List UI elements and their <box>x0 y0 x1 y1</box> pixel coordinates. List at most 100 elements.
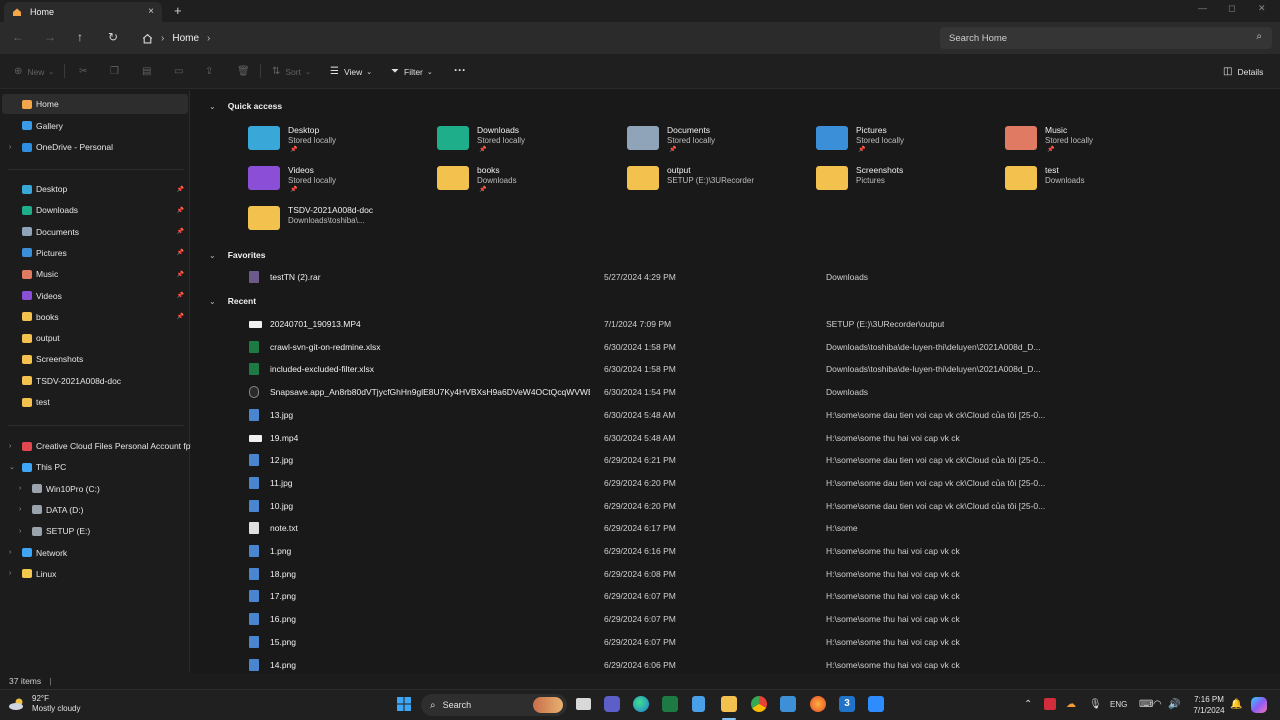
back-button[interactable]: ← <box>12 30 24 44</box>
file-row[interactable]: 16.png 6/29/2024 6:07 PM H:\some\some thu … <box>247 608 1267 630</box>
file-row[interactable]: 18.png 6/29/2024 6:08 PM H:\some\some thu … <box>247 563 1267 585</box>
share-button[interactable]: ⇪ <box>205 66 218 77</box>
file-row[interactable]: 20240701_190913.MP4 7/1/2024 7:09 PM SETUP… <box>247 313 1267 335</box>
cut-button[interactable]: ✂ <box>79 66 92 77</box>
chevron-right-icon[interactable]: › <box>19 485 21 492</box>
sidebar-item-screenshots[interactable]: Screenshots <box>2 349 188 369</box>
new-button[interactable]: ⊕ New ⌄ <box>14 66 54 77</box>
sidebar-item-music[interactable]: Music 📌 <box>2 264 188 284</box>
copy-button[interactable]: ❐ <box>110 66 124 77</box>
teams-chat-icon[interactable] <box>604 696 620 712</box>
quick-access-item[interactable]: TSDV-2021A008d-doc Downloads\toshiba\... <box>248 201 428 237</box>
file-row[interactable]: Snapsave.app_An8rb80dVTjycfGhHn9glE8U7Ky… <box>247 381 1267 403</box>
app-3-icon[interactable]: 3 <box>839 696 855 712</box>
chevron-right-icon[interactable]: › <box>207 33 210 44</box>
notification-bell-icon[interactable]: 🔔 <box>1230 699 1242 710</box>
file-row[interactable]: 17.png 6/29/2024 6:07 PM H:\some\some thu … <box>247 585 1267 607</box>
sidebar-item-network[interactable]: › Network <box>2 543 188 563</box>
system-clock[interactable]: 7:16 PM 7/1/2024 <box>1186 694 1232 716</box>
chevron-right-icon[interactable]: › <box>9 144 11 151</box>
quick-access-item[interactable]: Desktop Stored locally 📌 <box>248 121 428 157</box>
filter-button[interactable]: ⏷ Filter ⌄ <box>391 66 433 77</box>
copilot-icon[interactable] <box>1251 697 1267 713</box>
sidebar-item-creative-cloud-files-personal-account-fptf8[interactable]: › Creative Cloud Files Personal Account f… <box>2 436 200 456</box>
more-options-button[interactable]: ··· <box>454 63 466 77</box>
tab-close-button[interactable]: × <box>148 6 154 17</box>
file-row[interactable]: 13.jpg 6/30/2024 5:48 AM H:\some\some dau … <box>247 404 1267 426</box>
tab-home[interactable]: Home × <box>4 2 162 22</box>
sidebar-item-this-pc[interactable]: ⌄ This PC <box>2 457 188 477</box>
view-button[interactable]: ☰ View ⌄ <box>330 66 372 77</box>
sort-button[interactable]: ⇅ Sort ⌄ <box>272 66 311 77</box>
sidebar-item-gallery[interactable]: Gallery <box>2 116 188 136</box>
chevron-up-icon[interactable]: ⌃ <box>1024 699 1032 710</box>
sidebar-item-pictures[interactable]: Pictures 📌 <box>2 243 188 263</box>
file-row[interactable]: note.txt 6/29/2024 6:17 PM H:\some <box>247 517 1267 539</box>
file-row[interactable]: 15.png 6/29/2024 6:07 PM H:\some\some thu … <box>247 631 1267 653</box>
quick-access-item[interactable]: Music Stored locally 📌 <box>1005 121 1185 157</box>
quick-access-item[interactable]: Videos Stored locally 📌 <box>248 161 428 197</box>
up-button[interactable]: ↑ <box>77 30 83 44</box>
file-row[interactable]: 11.jpg 6/29/2024 6:20 PM H:\some\some dau … <box>247 472 1267 494</box>
new-tab-button[interactable]: + <box>174 3 182 18</box>
refresh-button[interactable]: ↻ <box>108 30 118 44</box>
file-row[interactable]: crawl-svn-git-on-redmine.xlsx 6/30/2024 1… <box>247 336 1267 358</box>
search-input[interactable]: Search Home ⌕ <box>940 27 1272 49</box>
close-window-button[interactable]: ✕ <box>1258 3 1266 14</box>
wifi-icon[interactable]: ◠ <box>1153 699 1162 710</box>
sidebar-item-home[interactable]: Home <box>2 94 188 114</box>
quick-access-header[interactable]: ⌄ Quick access <box>209 101 282 111</box>
quick-access-item[interactable]: Screenshots Pictures <box>816 161 996 197</box>
excel-icon[interactable] <box>662 696 678 712</box>
maximize-button[interactable]: ◻ <box>1228 3 1235 14</box>
file-explorer-icon[interactable] <box>721 696 737 712</box>
file-row[interactable]: testTN (2).rar 5/27/2024 4:29 PM Downloads <box>247 266 1267 288</box>
sidebar-item-win10pro-c[interactable]: › Win10Pro (C:) <box>2 479 188 499</box>
address-bar[interactable]: › Home › <box>132 27 932 49</box>
edge-icon[interactable] <box>633 696 649 712</box>
quick-access-item[interactable]: test Downloads <box>1005 161 1185 197</box>
task-view-icon[interactable] <box>576 698 591 710</box>
language-indicator[interactable]: ENG <box>1110 700 1127 709</box>
sidebar-item-tsdv-2021a008d-doc[interactable]: TSDV-2021A008d-doc <box>2 371 188 391</box>
breadcrumb-home[interactable]: Home <box>172 33 199 44</box>
network-tray-icon[interactable]: ⌨ <box>1139 699 1153 710</box>
sidebar-item-documents[interactable]: Documents 📌 <box>2 222 188 242</box>
file-row[interactable]: 12.jpg 6/29/2024 6:21 PM H:\some\some dau … <box>247 449 1267 471</box>
sidebar-item-videos[interactable]: Videos 📌 <box>2 286 188 306</box>
start-button[interactable] <box>396 696 412 712</box>
taskbar-search[interactable]: ⌕ Search <box>421 694 567 716</box>
paste-button[interactable]: ▤ <box>142 66 156 77</box>
firefox-icon[interactable] <box>810 696 826 712</box>
sidebar-item-desktop[interactable]: Desktop 📌 <box>2 179 188 199</box>
rename-button[interactable]: ▭ <box>174 66 188 77</box>
details-button[interactable]: ◫ Details <box>1223 66 1263 77</box>
quick-access-item[interactable]: books Downloads 📌 <box>437 161 617 197</box>
sidebar-item-onedrive-personal[interactable]: › OneDrive - Personal <box>2 137 188 157</box>
chevron-right-icon[interactable]: › <box>19 528 21 535</box>
recent-header[interactable]: ⌄ Recent <box>209 296 256 306</box>
zoom-icon[interactable] <box>868 696 884 712</box>
chrome-icon[interactable] <box>751 696 767 712</box>
favorites-header[interactable]: ⌄ Favorites <box>209 250 266 260</box>
chevron-right-icon[interactable]: › <box>9 443 11 450</box>
weather-widget[interactable]: 92°F Mostly cloudy <box>8 694 80 714</box>
quick-access-item[interactable]: Pictures Stored locally 📌 <box>816 121 996 157</box>
delete-button[interactable]: 🗑 <box>237 66 255 77</box>
sidebar-item-linux[interactable]: › Linux <box>2 564 188 584</box>
file-row[interactable]: 19.mp4 6/30/2024 5:48 AM H:\some\some thu … <box>247 427 1267 449</box>
chevron-down-icon[interactable]: ⌄ <box>9 463 15 471</box>
volume-icon[interactable]: 🔊 <box>1168 699 1180 710</box>
microphone-icon[interactable]: 🎙 <box>1089 699 1102 710</box>
file-row[interactable]: 1.png 6/29/2024 6:16 PM H:\some\some thu h… <box>247 540 1267 562</box>
chevron-right-icon[interactable]: › <box>9 570 11 577</box>
remote-desktop-icon[interactable] <box>780 696 796 712</box>
quick-access-item[interactable]: output SETUP (E:)\3URecorder <box>627 161 807 197</box>
forward-button[interactable]: → <box>44 30 56 44</box>
sidebar-item-data-d[interactable]: › DATA (D:) <box>2 500 188 520</box>
sidebar-item-test[interactable]: test <box>2 392 188 412</box>
quick-access-item[interactable]: Downloads Stored locally 📌 <box>437 121 617 157</box>
sidebar-item-books[interactable]: books 📌 <box>2 307 188 327</box>
quick-access-item[interactable]: Documents Stored locally 📌 <box>627 121 807 157</box>
sidebar-item-output[interactable]: output <box>2 328 188 348</box>
